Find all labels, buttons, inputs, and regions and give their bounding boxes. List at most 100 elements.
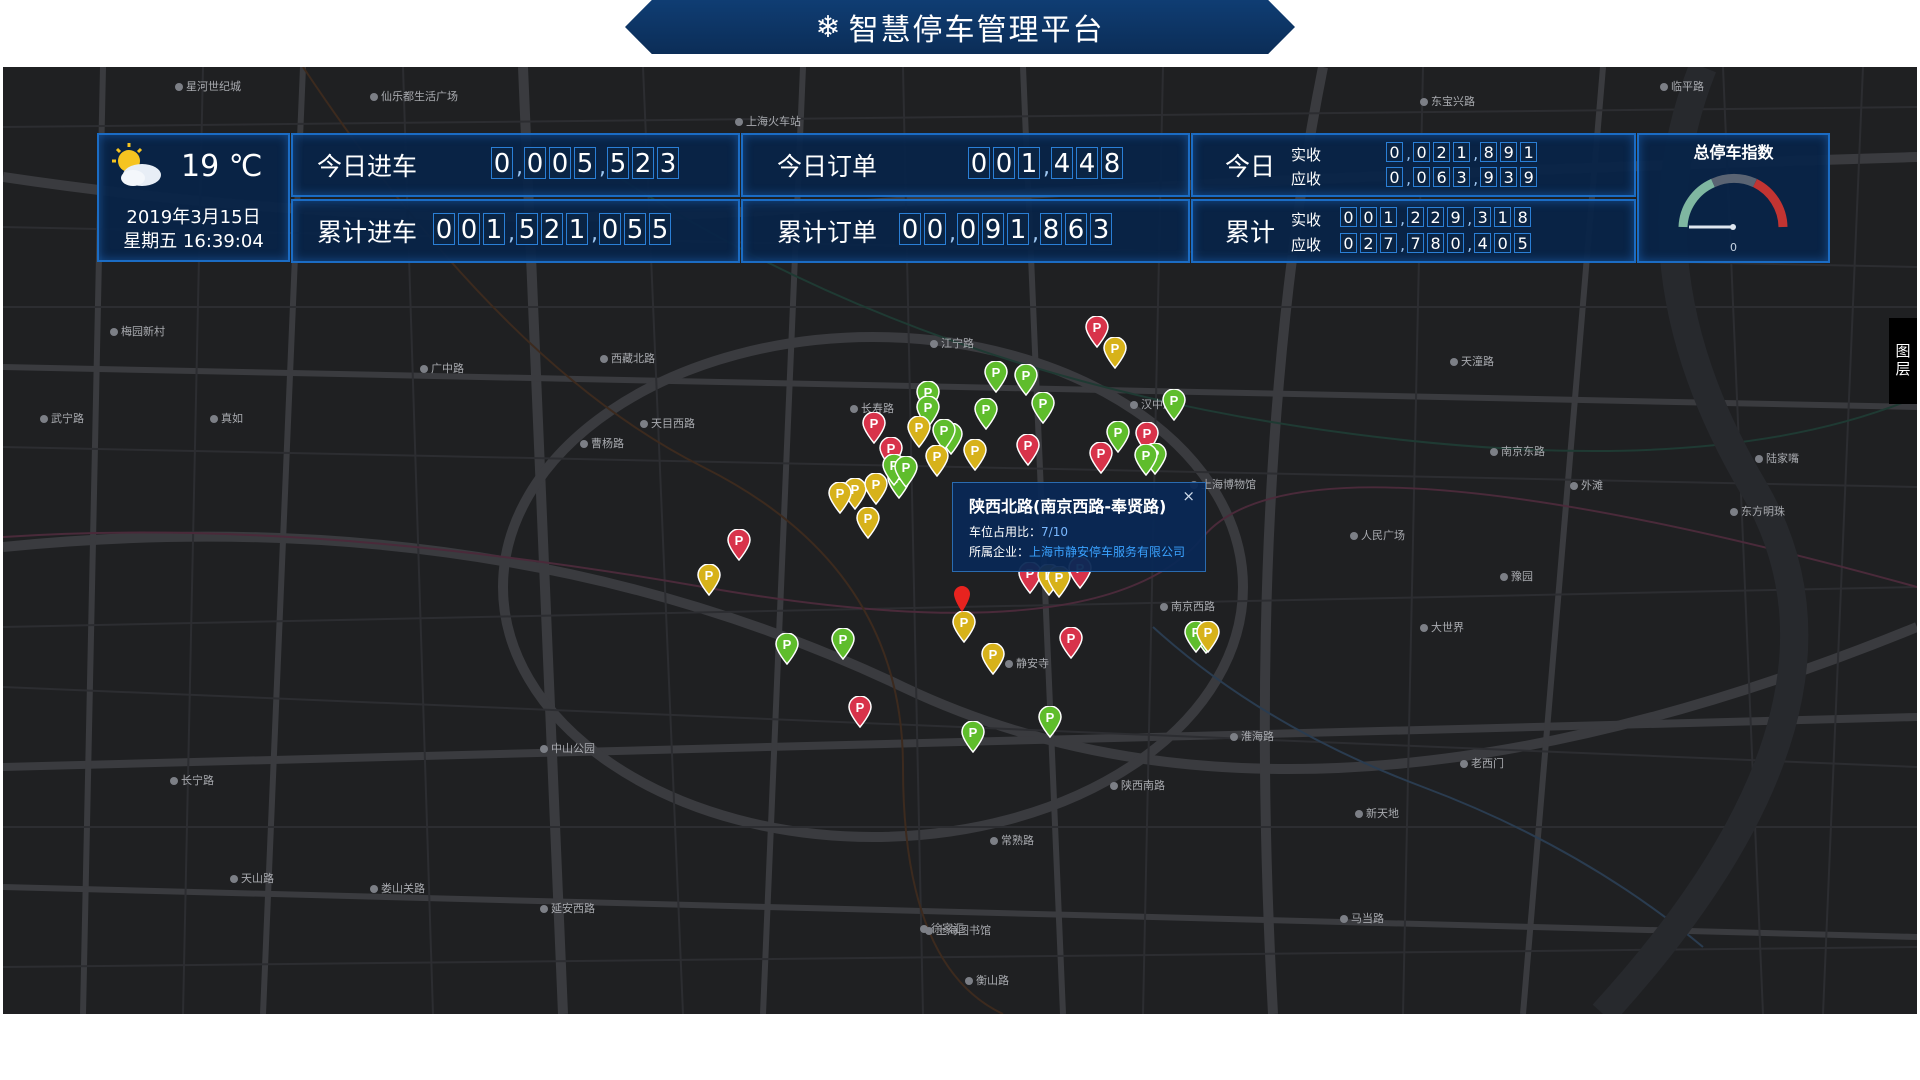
parking-pin-yellow[interactable]: P — [925, 445, 949, 477]
title-banner: ❄ 智慧停车管理平台 — [625, 0, 1295, 54]
digit: 1 — [1380, 207, 1397, 227]
map-label-text: 临平路 — [1671, 80, 1704, 93]
svg-text:P: P — [992, 365, 1001, 380]
map-label-text: 大世界 — [1431, 621, 1464, 634]
digit: 0 — [1340, 233, 1357, 253]
svg-text:P: P — [864, 511, 873, 526]
digit: 1 — [1007, 213, 1029, 245]
digit: 1 — [1453, 142, 1471, 162]
today-in-label: 今日进车 — [317, 152, 418, 181]
weekday-time: 星期五 16:39:04 — [123, 231, 264, 252]
map-label-text: 上海博物馆 — [1201, 478, 1256, 491]
map-label: 梅园新村 — [110, 323, 165, 339]
digit-separator: , — [1032, 221, 1039, 246]
parking-pin-green[interactable]: P — [1038, 706, 1062, 738]
digit: 1 — [566, 213, 588, 245]
parking-pin-green[interactable]: P — [1031, 392, 1055, 424]
digit: 6 — [1065, 213, 1087, 245]
parking-pin-yellow[interactable]: P — [907, 416, 931, 448]
digit: 0 — [1386, 167, 1403, 187]
svg-text:P: P — [933, 449, 942, 464]
digit-separator: , — [508, 221, 515, 246]
parking-pin-yellow[interactable]: P — [1103, 337, 1127, 369]
map-label: 南京西路 — [1160, 598, 1215, 614]
svg-text:P: P — [851, 482, 860, 497]
digit-separator: , — [1473, 144, 1479, 163]
digit: 0 — [899, 213, 921, 245]
gauge-value: 0 — [1730, 241, 1737, 254]
svg-text:P: P — [735, 533, 744, 548]
parking-pin-green[interactable]: P — [1134, 444, 1158, 476]
digit: 2 — [1427, 207, 1445, 227]
digit: 1 — [1494, 207, 1512, 227]
svg-text:P: P — [836, 486, 845, 501]
poi-dot-icon — [1730, 508, 1738, 516]
weather-panel: 19 ℃ 2019年3月15日 星期五 16:39:04 — [97, 133, 290, 262]
map-label: 曹杨路 — [580, 435, 624, 451]
map-label: 马当路 — [1340, 910, 1384, 926]
parking-pin-green[interactable]: P — [775, 633, 799, 665]
total-in-label: 累计进车 — [317, 218, 418, 247]
parking-pin-green[interactable]: P — [961, 721, 985, 753]
parking-pin-yellow[interactable]: P — [1196, 621, 1220, 653]
occupancy-value: 7/10 — [1041, 525, 1068, 539]
poi-dot-icon — [965, 977, 973, 985]
map-label-text: 淮海路 — [1241, 730, 1274, 743]
parking-pin-red[interactable]: P — [1059, 627, 1083, 659]
digit: 9 — [1500, 142, 1518, 162]
parking-pin-yellow[interactable]: P — [697, 564, 721, 596]
map-label-text: 天山路 — [241, 872, 274, 885]
digit-separator: , — [1467, 209, 1473, 228]
parking-pin-green[interactable]: P — [831, 628, 855, 660]
digit: 8 — [1480, 142, 1498, 162]
svg-text:P: P — [1142, 448, 1151, 463]
digit: 0 — [924, 213, 946, 245]
selected-location-marker[interactable] — [953, 585, 971, 613]
parking-pin-red[interactable]: P — [727, 529, 751, 561]
svg-text:P: P — [940, 423, 949, 438]
snowflake-icon: ❄ — [815, 9, 843, 45]
total-in-counter: 001,521,055 — [433, 213, 674, 245]
close-icon[interactable]: × — [1182, 487, 1195, 505]
digit: 2 — [1407, 207, 1425, 227]
digit: 0 — [1386, 142, 1403, 162]
parking-pin-yellow[interactable]: P — [952, 611, 976, 643]
parking-pin-red[interactable]: P — [1016, 434, 1040, 466]
digit: 2 — [541, 213, 563, 245]
parking-pin-red[interactable]: P — [848, 696, 872, 728]
company-link[interactable]: 上海市静安停车服务有限公司 — [1029, 545, 1185, 559]
digit-separator: , — [1467, 235, 1473, 254]
digit: 9 — [1520, 167, 1538, 187]
layer-toggle-button[interactable]: 图层 — [1889, 318, 1917, 404]
poi-dot-icon — [1005, 660, 1013, 668]
popup-title: 陕西北路(南京西路-奉贤路) — [969, 497, 1167, 516]
map-label-text: 真如 — [221, 412, 243, 425]
digit-separator: , — [1400, 209, 1406, 228]
map-label: 上海图书馆 — [925, 922, 991, 938]
map-label-text: 东方明珠 — [1741, 505, 1785, 518]
parking-pin-green[interactable]: P — [1162, 389, 1186, 421]
map-label: 东宝兴路 — [1420, 93, 1475, 109]
digit: 5 — [1514, 233, 1532, 253]
parking-pin-green[interactable]: P — [894, 456, 918, 488]
parking-pin-green[interactable]: P — [974, 398, 998, 430]
digit-separator: , — [1043, 155, 1050, 180]
svg-text:P: P — [856, 700, 865, 715]
parking-pin-yellow[interactable]: P — [828, 482, 852, 514]
parking-pin-yellow[interactable]: P — [981, 643, 1005, 675]
parking-pin-yellow[interactable]: P — [856, 507, 880, 539]
digit: 0 — [957, 213, 979, 245]
paid-label: 实收 — [1291, 146, 1322, 164]
map-label-text: 老西门 — [1471, 757, 1504, 770]
map-label: 上海火车站 — [735, 113, 801, 129]
parking-pin-green[interactable]: P — [1106, 421, 1130, 453]
map-label-text: 南京西路 — [1171, 600, 1215, 613]
parking-pin-yellow[interactable]: P — [963, 439, 987, 471]
poi-dot-icon — [420, 365, 428, 373]
poi-dot-icon — [540, 905, 548, 913]
digit: 1 — [1018, 147, 1040, 179]
map-label: 陆家嘴 — [1755, 450, 1799, 466]
map-label: 娄山关路 — [370, 880, 425, 896]
parking-pin-green[interactable]: P — [984, 361, 1008, 393]
poi-dot-icon — [925, 927, 933, 935]
